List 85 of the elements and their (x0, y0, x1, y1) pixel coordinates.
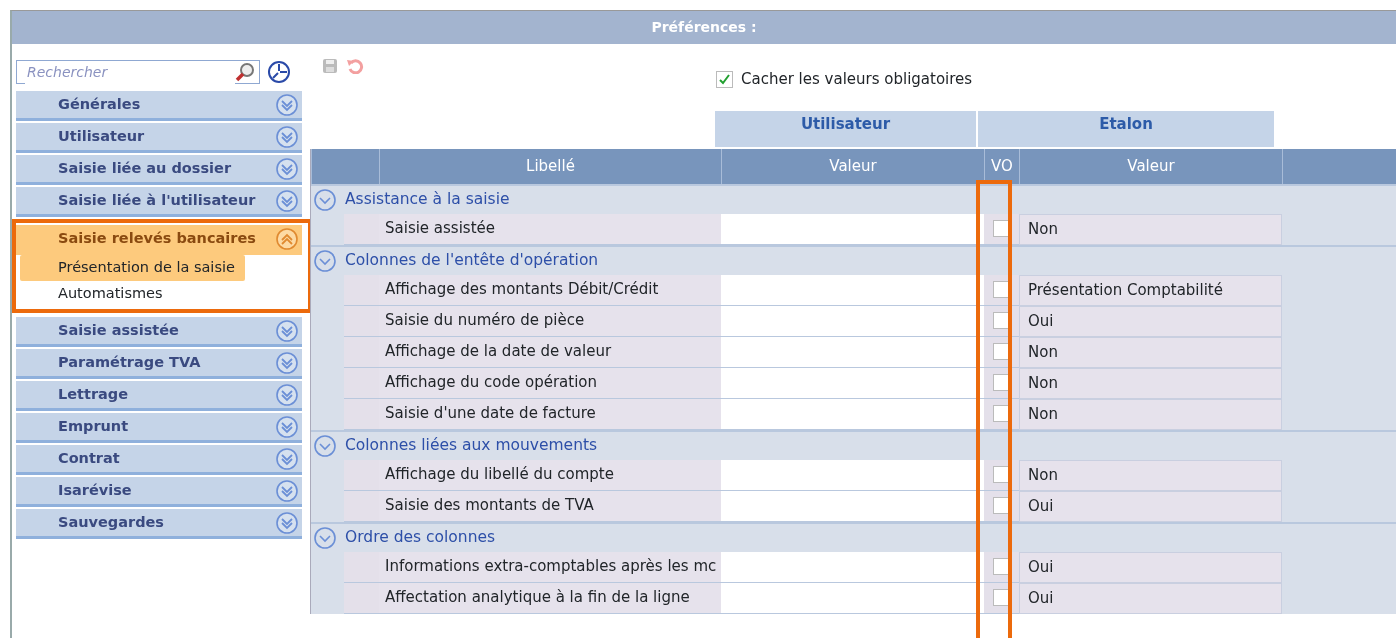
value-field[interactable] (721, 336, 984, 368)
reference-value: Oui (1019, 551, 1282, 583)
undo-icon[interactable] (346, 58, 364, 74)
expand-icon[interactable] (276, 319, 298, 342)
setting-label: Affectation analytique à la fin de la ligne (379, 582, 721, 614)
collapse-icon[interactable] (314, 188, 336, 211)
expand-icon[interactable] (276, 189, 298, 212)
column-header (311, 148, 379, 184)
table-cell (344, 305, 379, 337)
expand-icon[interactable] (276, 351, 298, 374)
reference-value: Non (1019, 213, 1282, 245)
table-cell (344, 551, 379, 583)
value-field[interactable] (721, 582, 984, 614)
section-title: Colonnes de l'entête d'opération (345, 249, 599, 271)
collapse-icon[interactable] (314, 434, 336, 457)
collapse-icon[interactable] (276, 227, 298, 250)
checkbox[interactable] (716, 70, 733, 88)
column-header: VO (984, 148, 1019, 184)
setting-label: Saisie des montants de TVA (379, 490, 721, 522)
group-header: Utilisateur (715, 110, 978, 147)
table-cell (344, 336, 379, 368)
expand-icon[interactable] (276, 479, 298, 502)
setting-label: Saisie assistée (379, 213, 721, 245)
table-cell (344, 367, 379, 399)
column-header: Libellé (379, 148, 721, 184)
reference-value: Oui (1019, 582, 1282, 614)
section-title: Colonnes liées aux mouvements (345, 434, 598, 456)
save-icon[interactable] (322, 58, 338, 74)
expand-icon[interactable] (276, 93, 298, 116)
reference-value: Non (1019, 367, 1282, 399)
column-header: Valeur (1019, 148, 1282, 184)
expand-icon[interactable] (276, 125, 298, 148)
setting-label: Saisie du numéro de pièce (379, 305, 721, 337)
setting-label: Saisie d'une date de facture (379, 398, 721, 430)
search-icon[interactable] (235, 62, 255, 82)
expand-icon[interactable] (276, 415, 298, 438)
reference-value: Oui (1019, 490, 1282, 522)
reference-value: Non (1019, 398, 1282, 430)
collapse-icon[interactable] (314, 249, 336, 272)
sidebar-subitem[interactable]: Automatismes (20, 281, 173, 307)
reference-value: Non (1019, 459, 1282, 491)
window-title: Préférences : (12, 11, 1396, 44)
sidebar-subitem[interactable]: Présentation de la saisie (20, 255, 245, 281)
sidebar-item[interactable]: Paramétrage TVA (16, 349, 302, 379)
sidebar-item[interactable]: Sauvegardes (16, 509, 302, 539)
sidebar-item[interactable]: Utilisateur (16, 123, 302, 153)
collapse-icon[interactable] (314, 526, 336, 549)
sidebar-item[interactable]: Saisie relevés bancaires (16, 225, 302, 255)
value-field[interactable] (721, 305, 984, 337)
table-cell (344, 459, 379, 491)
value-field[interactable] (721, 367, 984, 399)
sidebar-item[interactable]: Isarévise (16, 477, 302, 507)
sidebar-item[interactable]: Lettrage (16, 381, 302, 411)
table-cell (344, 274, 379, 306)
value-field[interactable] (721, 274, 984, 306)
expand-icon[interactable] (276, 447, 298, 470)
sidebar-item[interactable]: Saisie assistée (16, 317, 302, 347)
setting-label: Affichage du code opération (379, 367, 721, 399)
value-field[interactable] (721, 213, 984, 245)
value-field[interactable] (721, 459, 984, 491)
value-field[interactable] (721, 551, 984, 583)
search-field[interactable]: Rechercher (16, 60, 260, 84)
expand-icon[interactable] (276, 383, 298, 406)
column-header: Valeur (721, 148, 984, 184)
checkbox-label: Cacher les valeurs obligatoires (741, 69, 973, 90)
section-title: Ordre des colonnes (345, 526, 496, 548)
sidebar-item[interactable]: Contrat (16, 445, 302, 475)
sidebar-item[interactable]: Générales (16, 91, 302, 121)
reference-value: Présentation Comptabilité (1019, 274, 1282, 306)
group-header: Etalon (978, 110, 1276, 147)
section-title: Assistance à la saisie (345, 188, 510, 210)
reference-value: Oui (1019, 305, 1282, 337)
value-field[interactable] (721, 490, 984, 522)
setting-label: Affichage de la date de valeur (379, 336, 721, 368)
setting-label: Informations extra-comptables après les mc (379, 551, 721, 583)
setting-label: Affichage des montants Débit/Crédit (379, 274, 721, 306)
expand-icon[interactable] (276, 511, 298, 534)
sidebar-item[interactable]: Emprunt (16, 413, 302, 443)
sidebar-item[interactable]: Saisie liée au dossier (16, 155, 302, 185)
table-cell (344, 582, 379, 614)
sidebar-item[interactable]: Saisie liée à l'utilisateur (16, 187, 302, 217)
expand-icon[interactable] (276, 157, 298, 180)
setting-label: Affichage du libellé du compte (379, 459, 721, 491)
value-field[interactable] (721, 398, 984, 430)
reference-value: Non (1019, 336, 1282, 368)
